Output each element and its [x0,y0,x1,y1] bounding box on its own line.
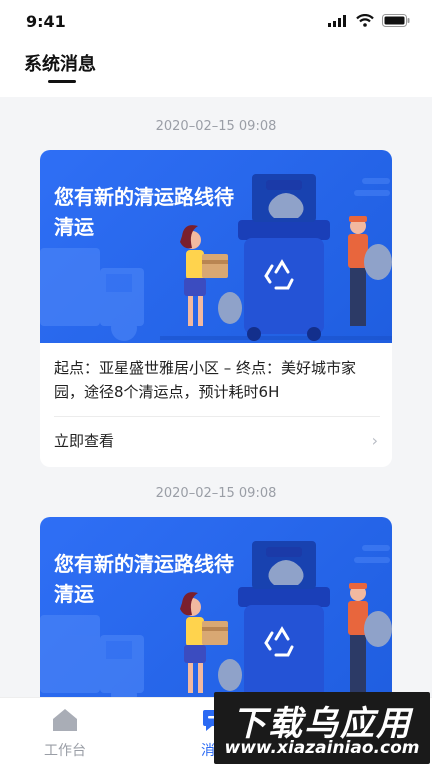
tab-workbench-label: 工作台 [44,743,86,759]
message-timestamp: 2020–02–15 09:08 [155,486,277,501]
message-banner: 您有新的清运路线待清运 [40,517,392,697]
message-card[interactable]: 您有新的清运路线待清运 [40,517,392,697]
watermark-url: www.xiazainiao.com [224,738,420,758]
page-header: 系统消息 [0,40,432,97]
watermark: 下载乌应用 www.xiazainiao.com [214,692,430,764]
banner-title: 您有新的清运路线待清运 [54,185,234,239]
message-banner: 您有新的清运路线待清运 [40,150,392,343]
status-bar: 9:41 [0,0,432,40]
page-title: 系统消息 [24,54,96,75]
garbage-truck-illustration [40,174,392,341]
message-list[interactable]: 2020–02–15 09:08 您有新的清运路线待清运 起点：亚星盛世雅居小区… [0,97,432,697]
title-underline [48,80,76,83]
view-now-label: 立即查看 [54,432,115,450]
tab-workbench[interactable]: 工作台 [0,698,130,768]
message-card[interactable]: 您有新的清运路线待清运 起点：亚星盛世雅居小区 – 终点：美好城市家园，途径8个… [40,150,392,467]
wifi-icon [356,14,374,27]
battery-icon [382,14,410,27]
status-time: 9:41 [26,12,66,31]
home-icon [53,709,77,731]
status-icons [328,14,410,27]
signal-icon [328,14,346,27]
banner-title: 您有新的清运路线待清运 [54,552,234,606]
view-now-button[interactable]: 立即查看 › [40,417,392,467]
chevron-right-icon: › [371,431,378,450]
route-description: 起点：亚星盛世雅居小区 – 终点：美好城市家园，途径8个清运点，预计耗时6H [54,359,357,401]
message-timestamp: 2020–02–15 09:08 [155,119,277,134]
